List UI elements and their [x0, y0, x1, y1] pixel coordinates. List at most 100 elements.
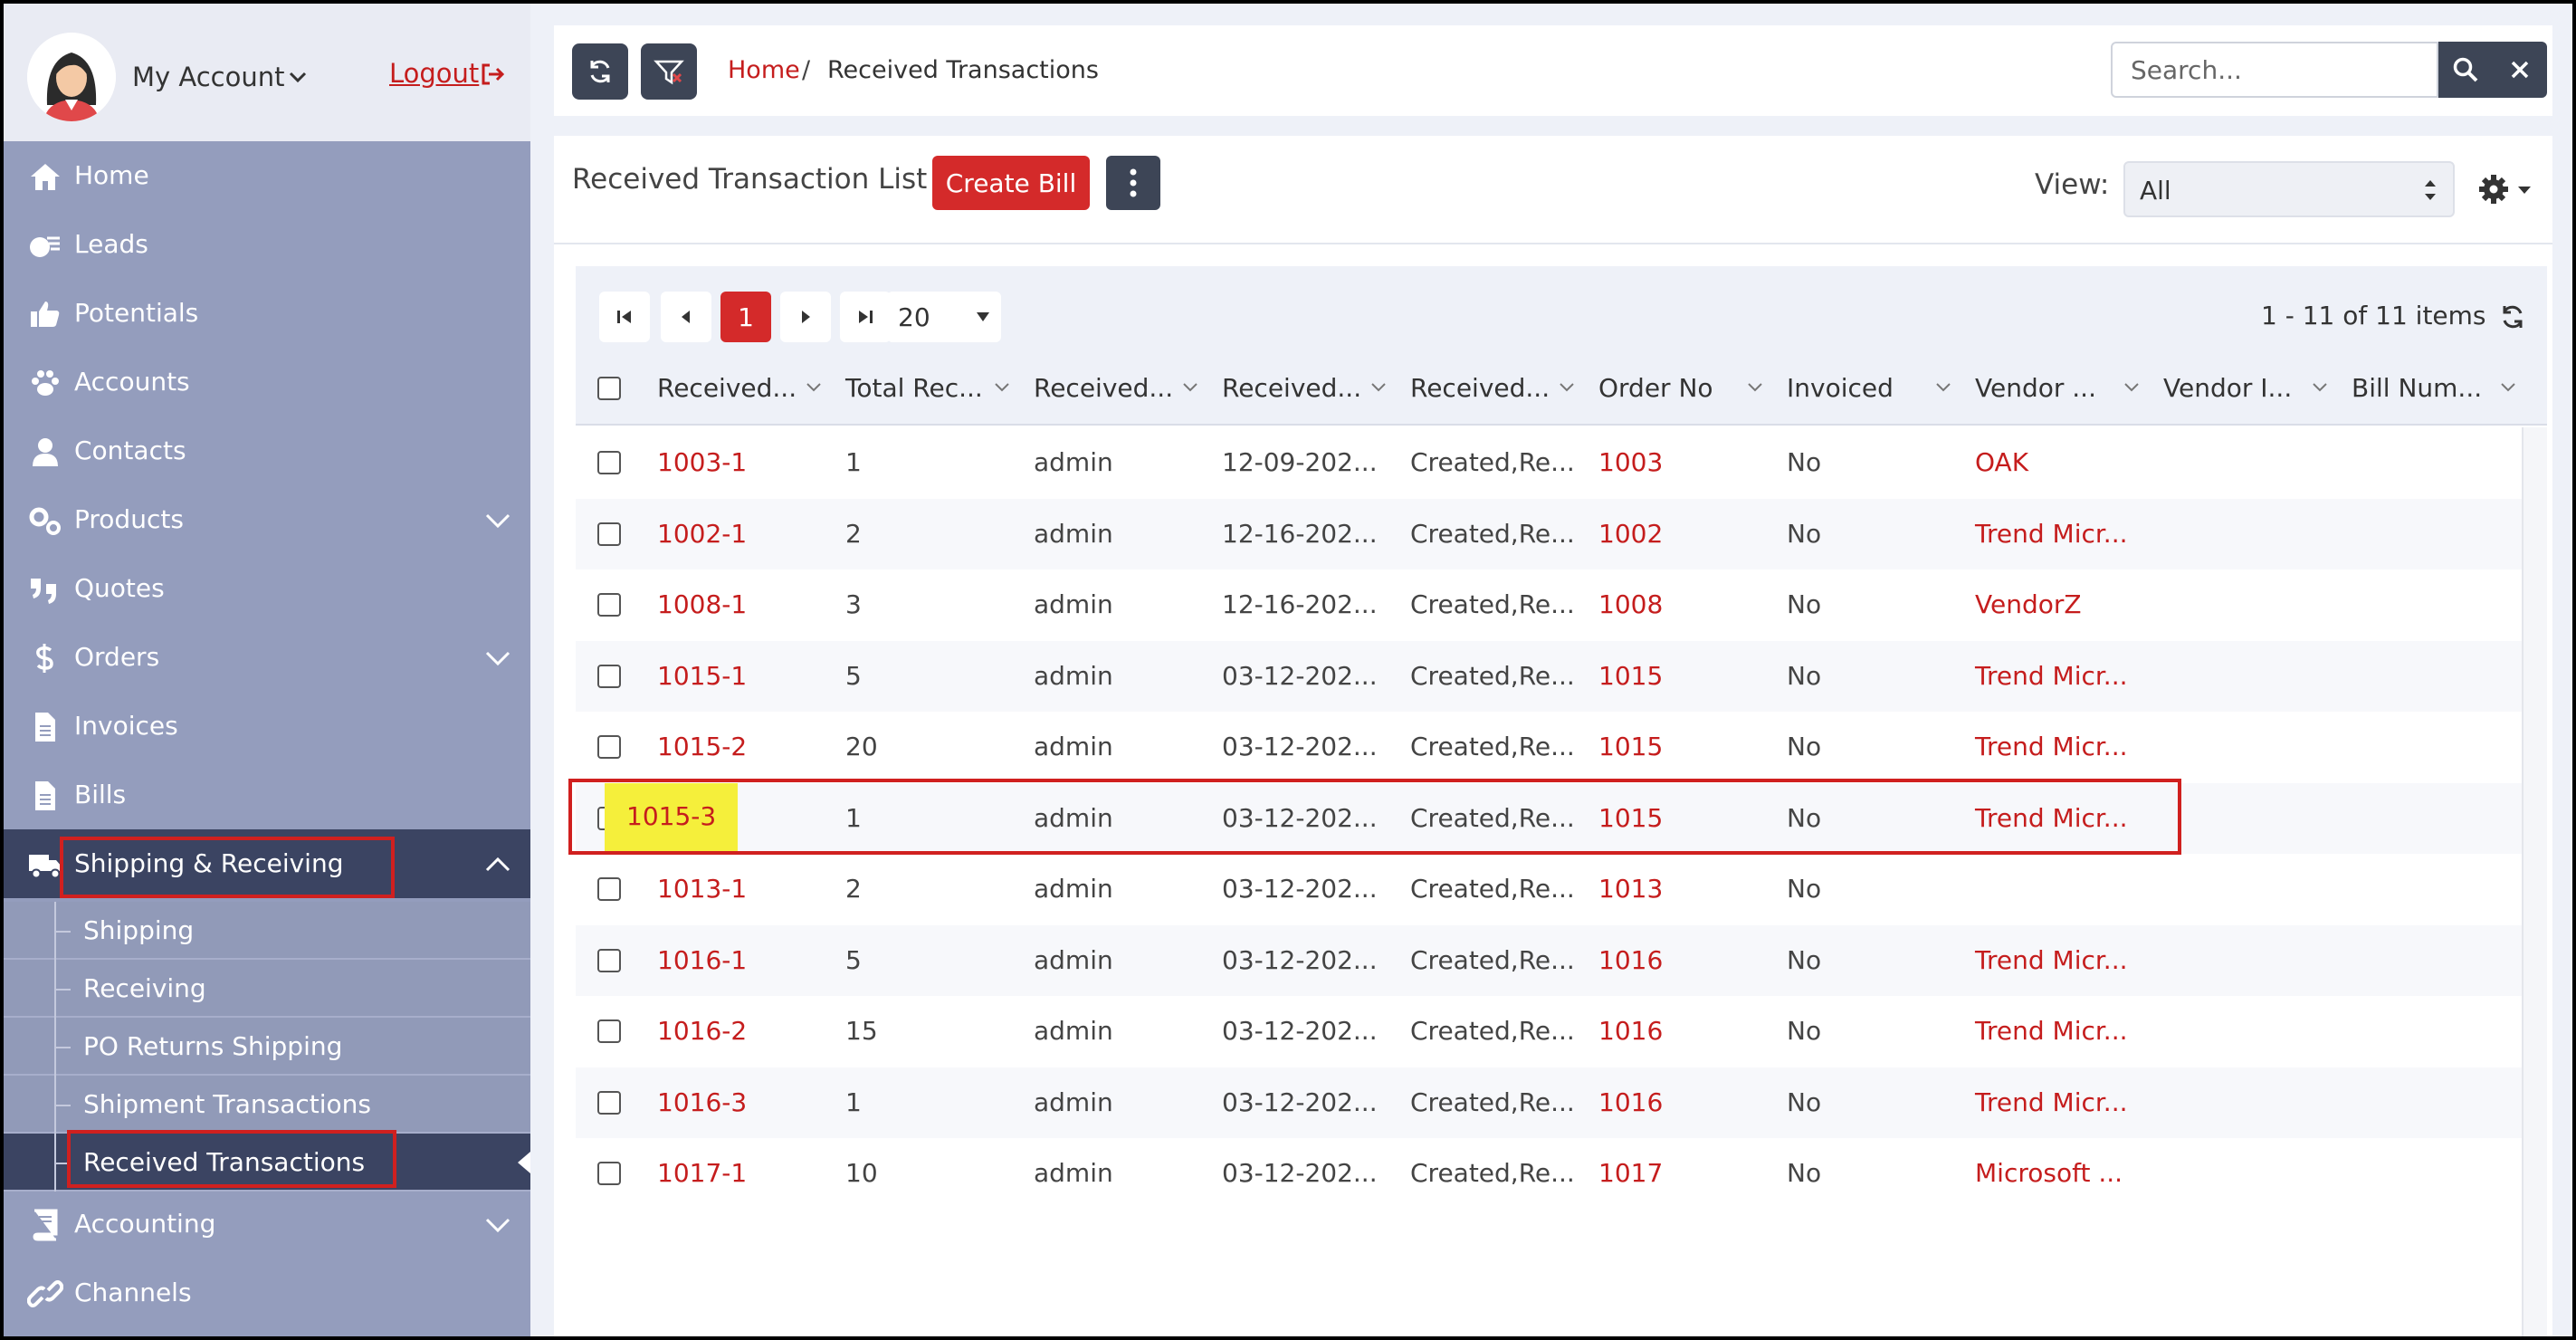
sidebar-item-shipping-receiving[interactable]: Shipping & Receiving [4, 829, 530, 898]
caret-down-icon[interactable] [2516, 185, 2533, 196]
column-header[interactable]: Received... [1034, 373, 1173, 403]
row-checkbox[interactable] [597, 735, 621, 759]
search-input[interactable] [2111, 42, 2438, 98]
vendor-cell[interactable]: Trend Micr... [1975, 1016, 2128, 1046]
chevron-down-icon[interactable] [2500, 382, 2516, 393]
column-header[interactable]: Order No [1598, 373, 1713, 403]
create-bill-button[interactable]: Create Bill [932, 156, 1090, 210]
search-button[interactable] [2438, 42, 2493, 98]
vendor-cell[interactable]: Trend Micr... [1975, 519, 2128, 549]
sidebar-subitem-po-returns-shipping[interactable]: PO Returns Shipping [4, 1018, 530, 1076]
row-checkbox[interactable] [597, 593, 621, 617]
row-checkbox[interactable] [597, 522, 621, 546]
column-header[interactable]: Received... [657, 373, 797, 403]
table-row[interactable]: 1015-2 20 admin 03-12-202... Created,Re... 10… [576, 712, 2522, 783]
row-checkbox[interactable] [597, 948, 621, 972]
my-account-label[interactable]: My Account [132, 62, 285, 92]
page-size-select[interactable]: 20 [887, 292, 1001, 342]
received-id-cell[interactable]: 1016-2 [657, 1016, 747, 1046]
chevron-down-icon[interactable] [994, 382, 1010, 393]
sidebar-item-home[interactable]: Home [4, 141, 530, 210]
vendor-cell[interactable]: Trend Micr... [1975, 661, 2128, 691]
row-checkbox[interactable] [597, 451, 621, 474]
received-id-cell[interactable]: 1016-3 [657, 1087, 747, 1117]
more-actions-button[interactable] [1106, 156, 1160, 210]
chevron-down-icon[interactable] [286, 65, 310, 89]
received-id-cell[interactable]: 1003-1 [657, 447, 747, 477]
vendor-cell[interactable]: Trend Micr... [1975, 803, 2128, 833]
table-row[interactable]: 1015-1 5 admin 03-12-202... Created,Re... 101… [576, 640, 2522, 712]
chevron-down-icon[interactable] [483, 646, 512, 670]
logout-link[interactable]: Logout [389, 58, 479, 89]
order-no-cell[interactable]: 1016 [1598, 1016, 1663, 1046]
table-row[interactable]: 1016-1 5 admin 03-12-202... Created,Re... 101… [576, 924, 2522, 996]
sidebar-item-accounts[interactable]: Accounts [4, 348, 530, 416]
vendor-cell[interactable]: Trend Micr... [1975, 732, 2128, 761]
order-no-cell[interactable]: 1016 [1598, 945, 1663, 975]
sidebar-subitem-receiving[interactable]: Receiving [4, 960, 530, 1018]
vendor-cell[interactable]: Trend Micr... [1975, 1087, 2128, 1117]
table-row[interactable]: 1016-3 1 admin 03-12-202... Created,Re... 101… [576, 1067, 2522, 1138]
sidebar-item-channels[interactable]: Channels [4, 1259, 530, 1327]
table-row[interactable]: 1016-2 15 admin 03-12-202... Created,Re... 10… [576, 996, 2522, 1067]
sidebar-subitem-shipment-transactions[interactable]: Shipment Transactions [4, 1076, 530, 1134]
received-id-cell[interactable]: 1015-1 [657, 661, 747, 691]
order-no-cell[interactable]: 1016 [1598, 1087, 1663, 1117]
row-checkbox[interactable] [597, 664, 621, 688]
first-page-button[interactable] [599, 292, 650, 342]
row-checkbox[interactable] [597, 1162, 621, 1185]
breadcrumb-home[interactable]: Home [728, 56, 800, 84]
received-id-cell[interactable]: 1002-1 [657, 519, 747, 549]
chevron-down-icon[interactable] [1182, 382, 1198, 393]
table-row[interactable]: 1002-1 2 admin 12-16-202... Created,Re... 100… [576, 498, 2522, 570]
last-page-button[interactable] [840, 292, 891, 342]
chevron-down-icon[interactable] [483, 1213, 512, 1237]
vendor-cell[interactable]: OAK [1975, 447, 2028, 477]
sidebar-item-contacts[interactable]: Contacts [4, 416, 530, 485]
row-checkbox[interactable] [597, 877, 621, 901]
sidebar-item-orders[interactable]: Orders [4, 623, 530, 692]
vendor-cell[interactable]: Trend Micr... [1975, 945, 2128, 975]
column-header[interactable]: Received... [1222, 373, 1361, 403]
chevron-down-icon[interactable] [806, 382, 822, 393]
refresh-icon[interactable] [2498, 302, 2527, 331]
gear-icon[interactable] [2476, 172, 2511, 206]
chevron-down-icon[interactable] [1747, 382, 1763, 393]
next-page-button[interactable] [780, 292, 831, 342]
sidebar-item-products[interactable]: Products [4, 485, 530, 554]
chevron-up-icon[interactable] [483, 853, 512, 876]
column-header[interactable]: Bill Num... [2352, 373, 2482, 403]
table-row[interactable]: 1008-1 3 admin 12-16-202... Created,Re... 100… [576, 570, 2522, 641]
view-select[interactable]: All [2123, 161, 2455, 217]
sidebar-item-bills[interactable]: Bills [4, 761, 530, 829]
received-id-cell[interactable]: 1015-3 [605, 782, 739, 854]
sidebar-item-invoices[interactable]: Invoices [4, 692, 530, 761]
chevron-down-icon[interactable] [1559, 382, 1575, 393]
received-id-cell[interactable]: 1017-1 [657, 1158, 747, 1188]
chevron-down-icon[interactable] [2123, 382, 2140, 393]
sidebar-item-accounting[interactable]: Accounting [4, 1190, 530, 1259]
refresh-button[interactable] [572, 43, 628, 100]
row-checkbox[interactable] [597, 1090, 621, 1115]
received-id-cell[interactable]: 1016-1 [657, 945, 747, 975]
table-row[interactable]: 1003-1 1 admin 12-09-202... Created,Re... 100… [576, 427, 2522, 499]
sidebar-subitem-received-transactions[interactable]: Received Transactions [4, 1134, 530, 1192]
sidebar-item-leads[interactable]: Leads [4, 210, 530, 279]
column-header[interactable]: Vendor ... [1975, 373, 2096, 403]
chevron-down-icon[interactable] [2312, 382, 2328, 393]
row-checkbox[interactable] [597, 1019, 621, 1043]
received-id-cell[interactable]: 1015-2 [657, 732, 747, 761]
order-no-cell[interactable]: 1008 [1598, 589, 1663, 619]
order-no-cell[interactable]: 1017 [1598, 1158, 1663, 1188]
chevron-down-icon[interactable] [1935, 382, 1951, 393]
order-no-cell[interactable]: 1015 [1598, 732, 1663, 761]
order-no-cell[interactable]: 1015 [1598, 661, 1663, 691]
chevron-down-icon[interactable] [1370, 382, 1387, 393]
table-row[interactable]: 1017-1 10 admin 03-12-202... Created,Re... 10… [576, 1138, 2522, 1210]
table-row[interactable]: 1013-1 2 admin 03-12-202... Created,Re... 101… [576, 854, 2522, 925]
order-no-cell[interactable]: 1003 [1598, 447, 1663, 477]
clear-filter-button[interactable] [641, 43, 697, 100]
column-header[interactable]: Invoiced [1787, 373, 1894, 403]
column-header[interactable]: Received... [1410, 373, 1550, 403]
vendor-cell[interactable]: Microsoft ... [1975, 1158, 2123, 1188]
